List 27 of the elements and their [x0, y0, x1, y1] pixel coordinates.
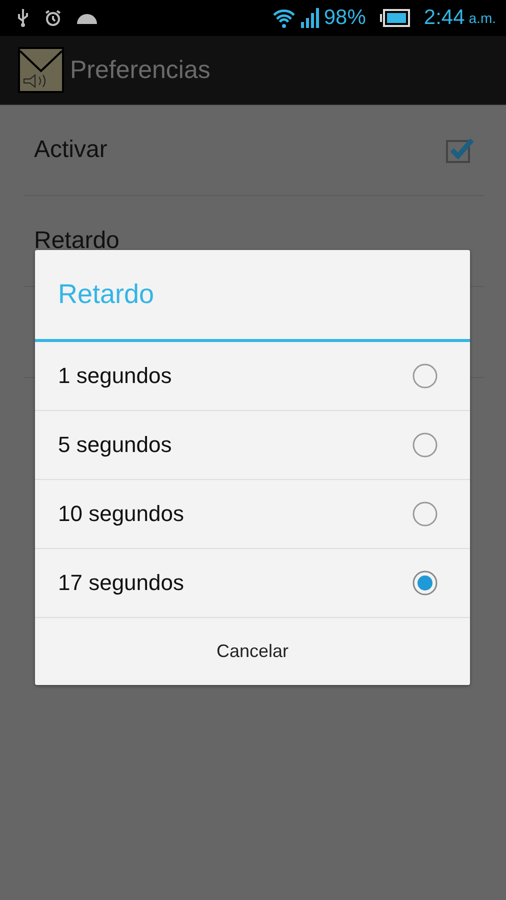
radio-button[interactable] [412, 570, 438, 596]
preference-label: Activar [34, 136, 108, 164]
alarm-clock-icon [44, 9, 62, 27]
option-row[interactable]: 1 segundos [35, 342, 470, 411]
option-label: 10 segundos [58, 501, 184, 527]
signal-icon [300, 8, 320, 28]
android-icon [76, 11, 98, 25]
option-row[interactable]: 5 segundos [35, 411, 470, 480]
app-icon [18, 47, 64, 93]
clock-period: a.m. [468, 10, 496, 26]
checkbox[interactable] [446, 137, 474, 163]
option-row[interactable]: 17 segundos [35, 549, 470, 618]
clock-time: 2:44 [424, 6, 465, 30]
radio-button[interactable] [412, 363, 438, 389]
option-label: 17 segundos [58, 570, 184, 596]
option-row[interactable]: 10 segundos [35, 480, 470, 549]
wifi-icon [272, 8, 296, 28]
battery-charging-icon [380, 9, 410, 27]
screen-title: Preferencias [70, 56, 210, 84]
battery-percentage: 98% [324, 6, 366, 30]
radio-button[interactable] [412, 432, 438, 458]
option-label: 5 segundos [58, 432, 172, 458]
cancel-button[interactable]: Cancelar [35, 618, 470, 685]
option-label: 1 segundos [58, 363, 172, 389]
radio-button[interactable] [412, 501, 438, 527]
preference-label: Retardo [34, 227, 120, 255]
usb-icon [16, 8, 30, 28]
